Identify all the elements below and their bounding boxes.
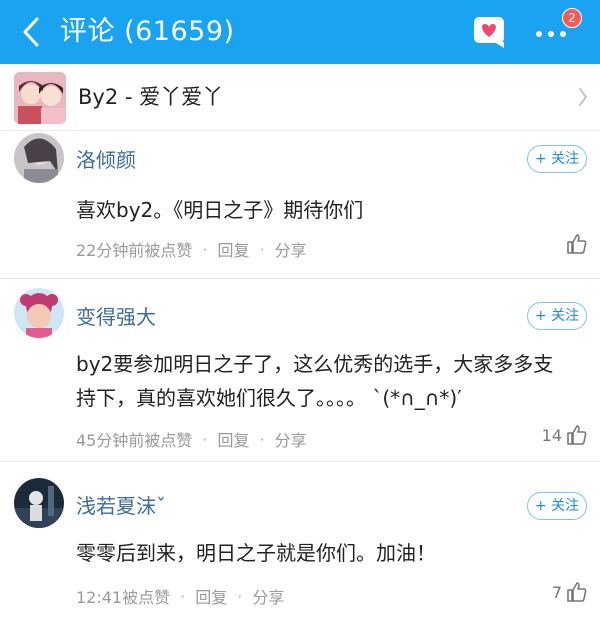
page-title: 评论 (61659) bbox=[60, 16, 235, 47]
reply-link[interactable]: 回复 bbox=[217, 427, 249, 451]
reply-link[interactable]: 回复 bbox=[195, 584, 227, 608]
avatar[interactable] bbox=[14, 133, 64, 183]
song-thumbnail bbox=[14, 72, 66, 124]
separator-dot: · bbox=[180, 586, 186, 606]
heart-chat-icon bbox=[474, 17, 504, 48]
comment-meta: 22分钟前被点赞 · 回复 · 分享 bbox=[76, 237, 307, 261]
more-icon bbox=[536, 31, 566, 37]
comment-username[interactable]: 浅若夏沫ˇ bbox=[76, 490, 166, 519]
like-button[interactable]: 7 bbox=[552, 581, 588, 603]
comment-item: 洛倾颜 + 关注 喜欢by2。《明日之子》期待你们 22分钟前被点赞 · 回复 … bbox=[0, 131, 600, 279]
favorite-button[interactable] bbox=[472, 15, 508, 49]
follow-button[interactable]: + 关注 bbox=[527, 492, 587, 520]
chevron-right-icon bbox=[579, 88, 588, 106]
comment-username[interactable]: 变得强大 bbox=[76, 301, 156, 330]
back-button[interactable] bbox=[16, 14, 46, 50]
separator-dot: · bbox=[259, 239, 265, 259]
thumbs-up-icon bbox=[567, 234, 587, 254]
song-link-row[interactable]: By2 - 爱丫爱丫 bbox=[0, 64, 600, 131]
comment-text: 零零后到来，明日之子就是你们。加油！ bbox=[76, 541, 436, 565]
comment-text: 喜欢by2。《明日之子》期待你们 bbox=[76, 198, 364, 222]
like-button[interactable]: 14 bbox=[542, 424, 588, 446]
comment-meta: 12:41被点赞 · 回复 · 分享 bbox=[76, 584, 284, 608]
share-link[interactable]: 分享 bbox=[252, 584, 284, 608]
thumbs-up-icon bbox=[567, 582, 587, 602]
separator-dot: · bbox=[237, 586, 243, 606]
thumbs-up-icon bbox=[567, 425, 587, 445]
top-bar: 评论 (61659) 2 bbox=[0, 0, 600, 64]
comment-username[interactable]: 洛倾颜 bbox=[76, 144, 136, 173]
comment-time: 12:41被点赞 bbox=[76, 588, 171, 607]
comment-time: 45分钟前被点赞 bbox=[76, 431, 193, 450]
like-count: 7 bbox=[551, 582, 562, 602]
comment-meta: 45分钟前被点赞 · 回复 · 分享 bbox=[76, 427, 307, 451]
follow-button[interactable]: + 关注 bbox=[527, 302, 587, 330]
comment-item: 变得强大 + 关注 by2要参加明日之子了，这么优秀的选手，大家多多支持下，真的… bbox=[0, 279, 600, 462]
like-count: 14 bbox=[541, 425, 562, 445]
reply-link[interactable]: 回复 bbox=[217, 237, 249, 261]
song-title: By2 - 爱丫爱丫 bbox=[78, 85, 224, 109]
separator-dot: · bbox=[202, 429, 208, 449]
notification-badge: 2 bbox=[562, 8, 582, 28]
like-button[interactable] bbox=[562, 233, 588, 255]
separator-dot: · bbox=[202, 239, 208, 259]
comment-item: 浅若夏沫ˇ + 关注 零零后到来，明日之子就是你们。加油！ 12:41被点赞 ·… bbox=[0, 462, 600, 620]
share-link[interactable]: 分享 bbox=[275, 427, 307, 451]
share-link[interactable]: 分享 bbox=[275, 237, 307, 261]
separator-dot: · bbox=[259, 429, 265, 449]
comment-time: 22分钟前被点赞 bbox=[76, 241, 193, 260]
avatar[interactable] bbox=[14, 288, 64, 338]
avatar[interactable] bbox=[14, 478, 64, 528]
follow-button[interactable]: + 关注 bbox=[527, 145, 587, 173]
comment-text: by2要参加明日之子了，这么优秀的选手，大家多多支持下，真的喜欢她们很久了。。。… bbox=[76, 352, 554, 410]
chevron-left-icon bbox=[23, 17, 39, 47]
